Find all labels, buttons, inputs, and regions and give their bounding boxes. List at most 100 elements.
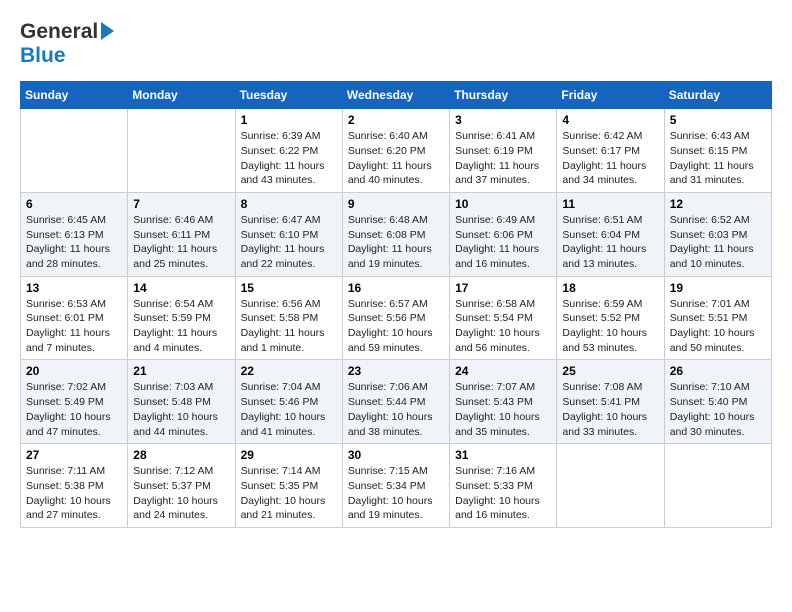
- calendar-cell: 23 Sunrise: 7:06 AM Sunset: 5:44 PM Dayli…: [342, 360, 449, 444]
- calendar-header-tuesday: Tuesday: [235, 82, 342, 109]
- calendar-cell: 6Sunrise: 6:45 AM Sunset: 6:13 PM Daylig…: [21, 192, 128, 276]
- calendar-cell: 24 Sunrise: 7:07 AM Sunset: 5:43 PM Dayli…: [450, 360, 557, 444]
- day-info: Sunrise: 6:59 AM Sunset: 5:52 PM Dayligh…: [562, 297, 658, 356]
- day-info: Sunrise: 7:03 AM Sunset: 5:48 PM Dayligh…: [133, 380, 229, 439]
- day-number: 20: [26, 364, 122, 378]
- calendar-cell: [664, 444, 771, 528]
- calendar-header-friday: Friday: [557, 82, 664, 109]
- day-info: Sunrise: 7:16 AM Sunset: 5:33 PM Dayligh…: [455, 464, 551, 523]
- day-info: Sunrise: 6:41 AM Sunset: 6:19 PM Dayligh…: [455, 129, 551, 188]
- day-number: 19: [670, 281, 766, 295]
- day-number: 26: [670, 364, 766, 378]
- day-number: 21: [133, 364, 229, 378]
- day-number: 27: [26, 448, 122, 462]
- day-info: Sunrise: 7:04 AM Sunset: 5:46 PM Dayligh…: [241, 380, 337, 439]
- calendar-cell: 20 Sunrise: 7:02 AM Sunset: 5:49 PM Dayli…: [21, 360, 128, 444]
- calendar-cell: 8 Sunrise: 6:47 AM Sunset: 6:10 PM Daylig…: [235, 192, 342, 276]
- day-info: Sunrise: 7:10 AM Sunset: 5:40 PM Dayligh…: [670, 380, 766, 439]
- logo-general: General: [20, 20, 98, 43]
- logo-blue: Blue: [20, 44, 66, 67]
- day-number: 16: [348, 281, 444, 295]
- day-number: 5: [670, 113, 766, 127]
- day-info: Sunrise: 6:54 AM Sunset: 5:59 PM Dayligh…: [133, 297, 229, 356]
- day-number: 17: [455, 281, 551, 295]
- day-info: Sunrise: 6:47 AM Sunset: 6:10 PM Dayligh…: [241, 213, 337, 272]
- calendar-cell: 1 Sunrise: 6:39 AM Sunset: 6:22 PM Daylig…: [235, 109, 342, 193]
- calendar-header-sunday: Sunday: [21, 82, 128, 109]
- calendar-cell: 14 Sunrise: 6:54 AM Sunset: 5:59 PM Dayli…: [128, 276, 235, 360]
- calendar-week-4: 20 Sunrise: 7:02 AM Sunset: 5:49 PM Dayli…: [21, 360, 772, 444]
- day-number: 9: [348, 197, 444, 211]
- day-number: 8: [241, 197, 337, 211]
- day-info: Sunrise: 7:06 AM Sunset: 5:44 PM Dayligh…: [348, 380, 444, 439]
- calendar-cell: [128, 109, 235, 193]
- day-info: Sunrise: 6:46 AM Sunset: 6:11 PM Dayligh…: [133, 213, 229, 272]
- day-number: 30: [348, 448, 444, 462]
- day-info: Sunrise: 7:01 AM Sunset: 5:51 PM Dayligh…: [670, 297, 766, 356]
- day-number: 31: [455, 448, 551, 462]
- day-number: 24: [455, 364, 551, 378]
- calendar-cell: 26 Sunrise: 7:10 AM Sunset: 5:40 PM Dayli…: [664, 360, 771, 444]
- day-info: Sunrise: 6:58 AM Sunset: 5:54 PM Dayligh…: [455, 297, 551, 356]
- day-info: Sunrise: 6:42 AM Sunset: 6:17 PM Dayligh…: [562, 129, 658, 188]
- day-info: Sunrise: 6:43 AM Sunset: 6:15 PM Dayligh…: [670, 129, 766, 188]
- calendar-cell: 12 Sunrise: 6:52 AM Sunset: 6:03 PM Dayli…: [664, 192, 771, 276]
- calendar-cell: 18 Sunrise: 6:59 AM Sunset: 5:52 PM Dayli…: [557, 276, 664, 360]
- day-info: Sunrise: 6:52 AM Sunset: 6:03 PM Dayligh…: [670, 213, 766, 272]
- logo-arrow-icon: [101, 22, 114, 40]
- calendar-cell: 22 Sunrise: 7:04 AM Sunset: 5:46 PM Dayli…: [235, 360, 342, 444]
- day-number: 18: [562, 281, 658, 295]
- day-number: 7: [133, 197, 229, 211]
- day-info: Sunrise: 7:07 AM Sunset: 5:43 PM Dayligh…: [455, 380, 551, 439]
- calendar-cell: 19 Sunrise: 7:01 AM Sunset: 5:51 PM Dayli…: [664, 276, 771, 360]
- day-info: Sunrise: 7:15 AM Sunset: 5:34 PM Dayligh…: [348, 464, 444, 523]
- day-number: 25: [562, 364, 658, 378]
- day-number: 22: [241, 364, 337, 378]
- day-info: Sunrise: 6:40 AM Sunset: 6:20 PM Dayligh…: [348, 129, 444, 188]
- calendar-header-monday: Monday: [128, 82, 235, 109]
- calendar-cell: 29 Sunrise: 7:14 AM Sunset: 5:35 PM Dayli…: [235, 444, 342, 528]
- day-info: Sunrise: 7:02 AM Sunset: 5:49 PM Dayligh…: [26, 380, 122, 439]
- day-info: Sunrise: 7:08 AM Sunset: 5:41 PM Dayligh…: [562, 380, 658, 439]
- day-info: Sunrise: 6:56 AM Sunset: 5:58 PM Dayligh…: [241, 297, 337, 356]
- calendar-week-5: 27 Sunrise: 7:11 AM Sunset: 5:38 PM Dayli…: [21, 444, 772, 528]
- day-info: Sunrise: 6:49 AM Sunset: 6:06 PM Dayligh…: [455, 213, 551, 272]
- day-info: Sunrise: 7:11 AM Sunset: 5:38 PM Dayligh…: [26, 464, 122, 523]
- calendar-cell: 2 Sunrise: 6:40 AM Sunset: 6:20 PM Daylig…: [342, 109, 449, 193]
- calendar-page: General Blue SundayMondayTuesdayWednesda…: [0, 0, 792, 538]
- day-number: 4: [562, 113, 658, 127]
- calendar-week-2: 6Sunrise: 6:45 AM Sunset: 6:13 PM Daylig…: [21, 192, 772, 276]
- calendar-cell: 9Sunrise: 6:48 AM Sunset: 6:08 PM Daylig…: [342, 192, 449, 276]
- day-number: 29: [241, 448, 337, 462]
- day-number: 11: [562, 197, 658, 211]
- calendar-cell: 4 Sunrise: 6:42 AM Sunset: 6:17 PM Daylig…: [557, 109, 664, 193]
- day-info: Sunrise: 7:12 AM Sunset: 5:37 PM Dayligh…: [133, 464, 229, 523]
- day-number: 2: [348, 113, 444, 127]
- calendar-table: SundayMondayTuesdayWednesdayThursdayFrid…: [20, 81, 772, 528]
- day-number: 14: [133, 281, 229, 295]
- day-info: Sunrise: 6:51 AM Sunset: 6:04 PM Dayligh…: [562, 213, 658, 272]
- day-info: Sunrise: 6:53 AM Sunset: 6:01 PM Dayligh…: [26, 297, 122, 356]
- calendar-cell: 21 Sunrise: 7:03 AM Sunset: 5:48 PM Dayli…: [128, 360, 235, 444]
- logo: General Blue: [20, 20, 114, 67]
- calendar-header-row: SundayMondayTuesdayWednesdayThursdayFrid…: [21, 82, 772, 109]
- day-number: 1: [241, 113, 337, 127]
- calendar-cell: 28Sunrise: 7:12 AM Sunset: 5:37 PM Dayli…: [128, 444, 235, 528]
- day-info: Sunrise: 6:39 AM Sunset: 6:22 PM Dayligh…: [241, 129, 337, 188]
- day-number: 23: [348, 364, 444, 378]
- day-info: Sunrise: 6:57 AM Sunset: 5:56 PM Dayligh…: [348, 297, 444, 356]
- calendar-cell: 31 Sunrise: 7:16 AM Sunset: 5:33 PM Dayli…: [450, 444, 557, 528]
- calendar-cell: 13 Sunrise: 6:53 AM Sunset: 6:01 PM Dayli…: [21, 276, 128, 360]
- header: General Blue: [20, 20, 772, 67]
- calendar-cell: [557, 444, 664, 528]
- day-number: 12: [670, 197, 766, 211]
- calendar-cell: 15Sunrise: 6:56 AM Sunset: 5:58 PM Dayli…: [235, 276, 342, 360]
- calendar-cell: 16 Sunrise: 6:57 AM Sunset: 5:56 PM Dayli…: [342, 276, 449, 360]
- day-info: Sunrise: 7:14 AM Sunset: 5:35 PM Dayligh…: [241, 464, 337, 523]
- calendar-week-1: 1 Sunrise: 6:39 AM Sunset: 6:22 PM Daylig…: [21, 109, 772, 193]
- calendar-cell: 17 Sunrise: 6:58 AM Sunset: 5:54 PM Dayli…: [450, 276, 557, 360]
- calendar-cell: 10Sunrise: 6:49 AM Sunset: 6:06 PM Dayli…: [450, 192, 557, 276]
- day-info: Sunrise: 6:45 AM Sunset: 6:13 PM Dayligh…: [26, 213, 122, 272]
- day-number: 13: [26, 281, 122, 295]
- calendar-cell: 30 Sunrise: 7:15 AM Sunset: 5:34 PM Dayli…: [342, 444, 449, 528]
